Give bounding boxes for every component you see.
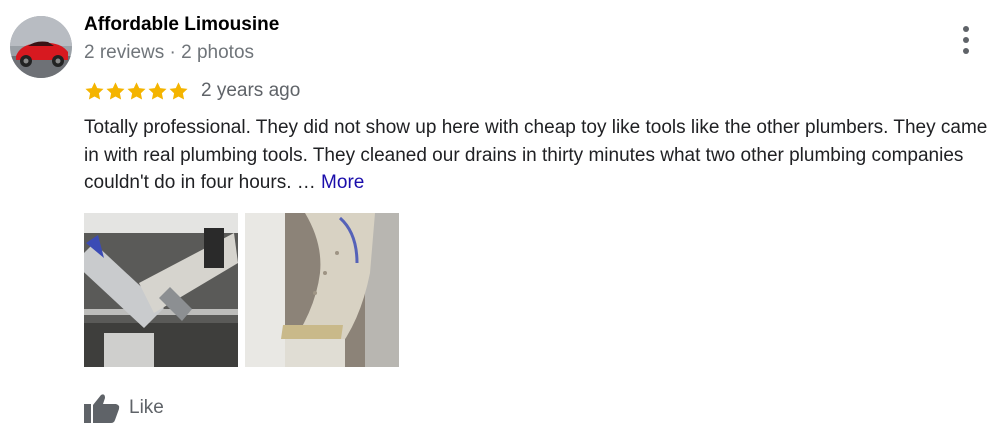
star-icon xyxy=(168,81,189,102)
red-sports-car-avatar-icon xyxy=(10,16,72,78)
menu-dot xyxy=(963,26,969,32)
review-photo[interactable] xyxy=(245,213,399,367)
star-icon xyxy=(105,81,126,102)
author-name[interactable]: Affordable Limousine xyxy=(84,14,279,36)
review-time: 2 years ago xyxy=(201,80,301,101)
star-icon xyxy=(84,81,105,102)
like-button[interactable]: Like xyxy=(84,391,164,425)
like-label: Like xyxy=(129,397,164,418)
pipe-photo-icon xyxy=(84,213,238,367)
star-icon xyxy=(147,81,168,102)
menu-dot xyxy=(963,37,969,43)
star-icon xyxy=(126,81,147,102)
star-rating xyxy=(84,81,189,102)
pipe-elbow-photo-icon xyxy=(245,213,399,367)
review-photo[interactable] xyxy=(84,213,238,367)
more-vertical-icon[interactable] xyxy=(952,22,980,58)
review-photos xyxy=(84,213,399,367)
review-text: Totally professional. They did not show … xyxy=(84,114,996,197)
author-meta: 2 reviews · 2 photos xyxy=(84,42,255,63)
avatar[interactable] xyxy=(10,16,72,78)
rating-row: 2 years ago xyxy=(84,78,300,104)
thumbs-up-icon xyxy=(84,393,120,423)
menu-dot xyxy=(963,48,969,54)
review-body: Totally professional. They did not show … xyxy=(84,117,988,193)
more-link[interactable]: More xyxy=(321,172,364,193)
